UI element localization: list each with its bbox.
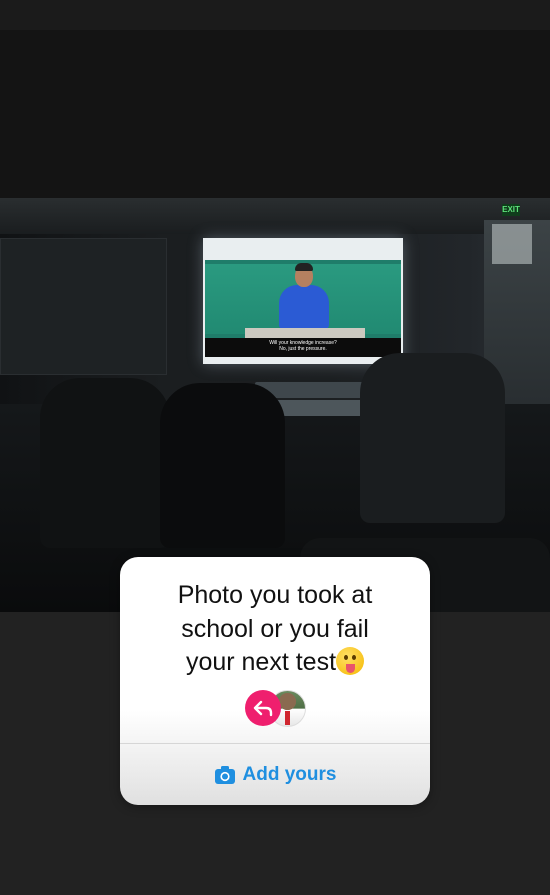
whiteboard bbox=[0, 238, 167, 375]
chair bbox=[360, 353, 505, 523]
story-photo: EXIT Will your knowledge increase? No, j… bbox=[0, 198, 550, 612]
exit-sign: EXIT bbox=[502, 204, 520, 216]
reply-arrow-icon[interactable] bbox=[245, 690, 281, 726]
camera-icon bbox=[214, 765, 235, 784]
add-yours-label: Add yours bbox=[242, 763, 337, 785]
chair bbox=[40, 378, 170, 548]
story-viewer: EXIT Will your knowledge increase? No, j… bbox=[0, 0, 550, 895]
background-fill bbox=[0, 30, 550, 198]
add-yours-button[interactable]: Add yours bbox=[120, 744, 430, 805]
chair bbox=[160, 383, 285, 548]
top-band bbox=[0, 0, 550, 30]
projector-screen: Will your knowledge increase? No, just t… bbox=[203, 238, 403, 364]
sticker-prompt: Photo you took at school or you fail you… bbox=[120, 579, 430, 680]
ceiling bbox=[0, 198, 550, 234]
tongue-out-emoji-icon bbox=[336, 647, 365, 675]
door-window bbox=[492, 224, 532, 264]
movie-subtitle: Will your knowledge increase? No, just t… bbox=[205, 340, 401, 352]
table-lit bbox=[275, 400, 360, 416]
projected-movie: Will your knowledge increase? No, just t… bbox=[205, 260, 401, 357]
person-shirt bbox=[279, 285, 329, 329]
add-yours-sticker[interactable]: Photo you took at school or you fail you… bbox=[120, 557, 430, 805]
person-hair bbox=[295, 263, 313, 271]
participants[interactable] bbox=[245, 690, 306, 727]
subtitle-line-2: No, just the pressure. bbox=[279, 346, 327, 352]
